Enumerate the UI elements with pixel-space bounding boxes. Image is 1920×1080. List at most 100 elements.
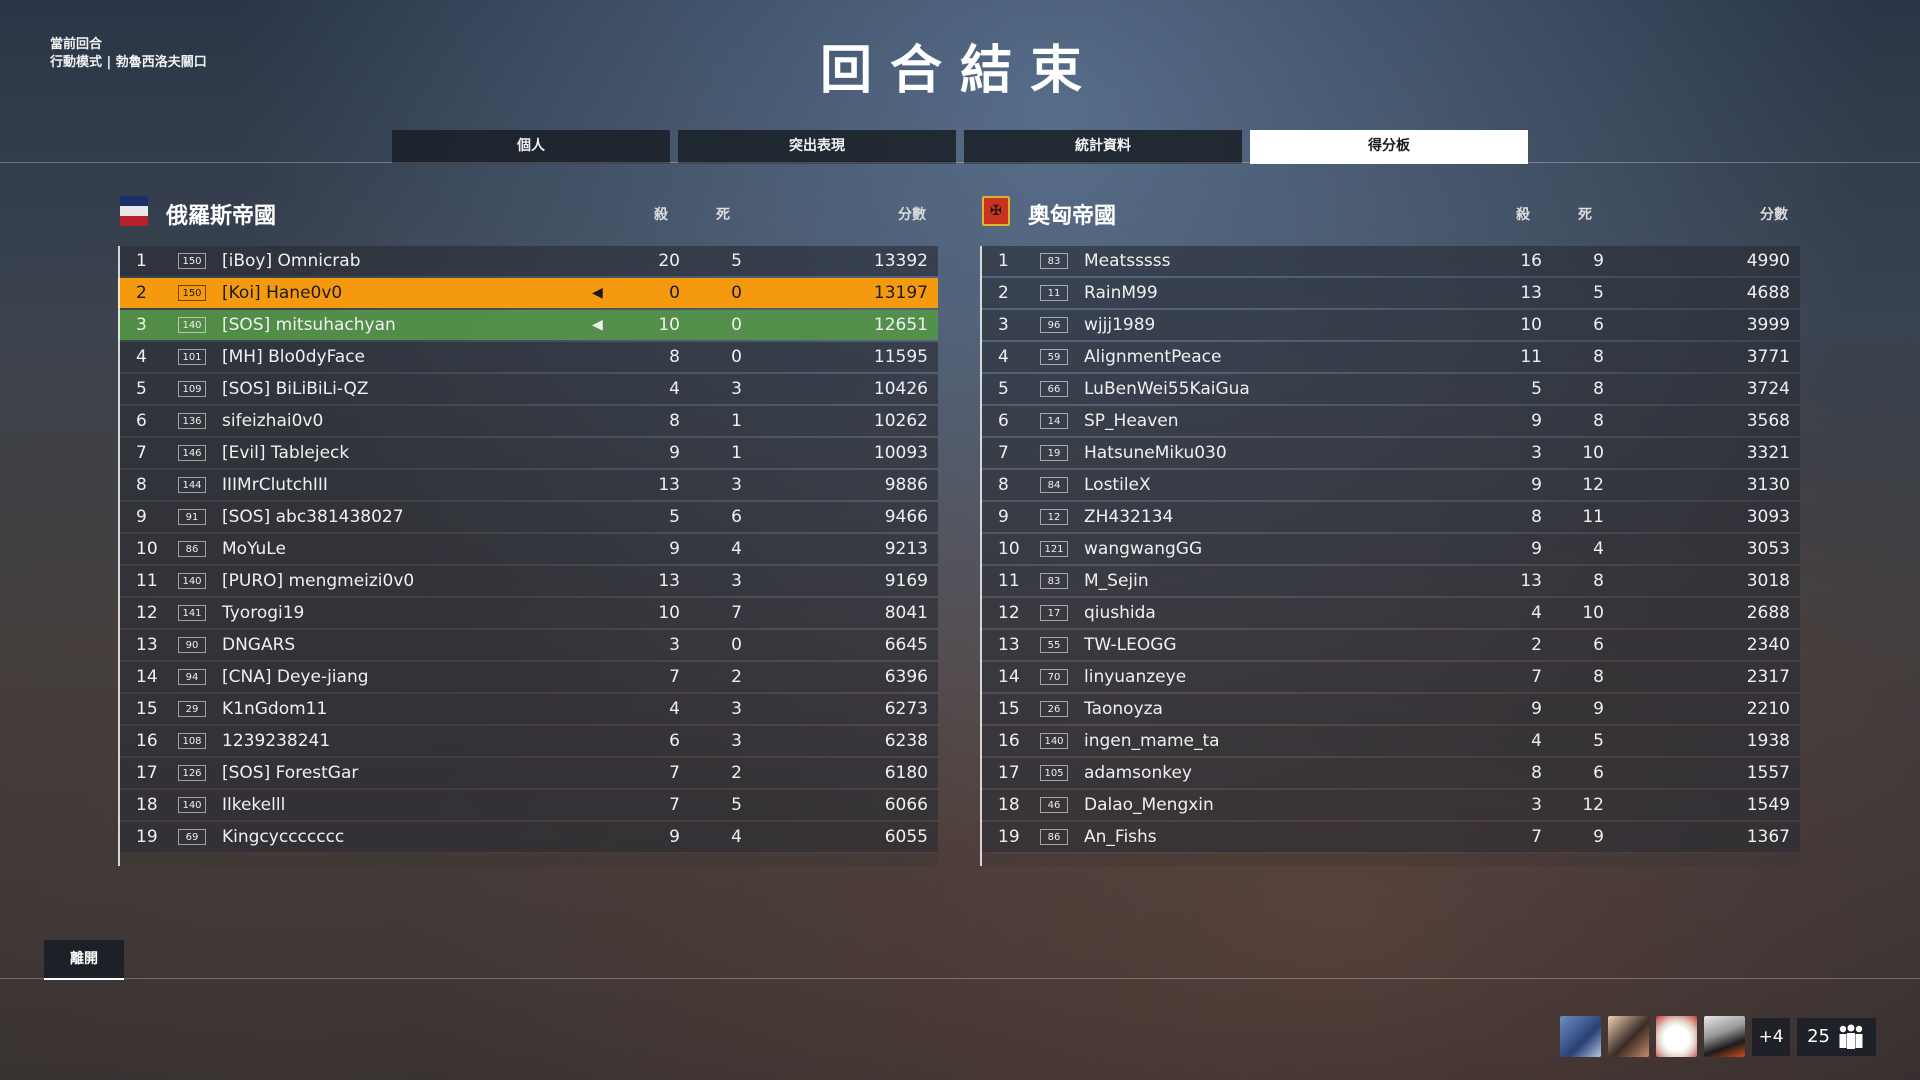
player-row[interactable]: 3 140 [SOS] mitsuhachyan 10 0 12651 ◀ [118, 310, 938, 340]
player-position: 16 [136, 731, 158, 751]
voice-speaker-icon: ◀ [592, 285, 603, 301]
kills-value: 4 [669, 699, 680, 719]
player-row[interactable]: 16 108 1239238241 6 3 6238 [118, 726, 938, 756]
player-name: An_Fishs [1084, 827, 1157, 847]
player-row[interactable]: 16 140 ingen_mame_ta 4 5 1938 [980, 726, 1800, 756]
rank-badge: 101 [178, 349, 206, 365]
kills-value: 9 [1531, 411, 1542, 431]
player-row[interactable]: 14 94 [CNA] Deye-jiang 7 2 6396 [118, 662, 938, 692]
rank-badge: 84 [1040, 477, 1068, 493]
team-name: 俄羅斯帝國 [166, 204, 277, 229]
player-row[interactable]: 6 14 SP_Heaven 9 8 3568 [980, 406, 1800, 436]
rank-badge: 109 [178, 381, 206, 397]
player-row[interactable]: 6 136 sifeizhai0v0 8 1 10262 [118, 406, 938, 436]
player-row[interactable]: 15 29 K1nGdom11 4 3 6273 [118, 694, 938, 724]
player-row[interactable]: 19 86 An_Fishs 7 9 1367 [980, 822, 1800, 852]
player-row[interactable]: 5 109 [SOS] BiLiBiLi-QZ 4 3 10426 [118, 374, 938, 404]
deaths-value: 9 [1593, 827, 1604, 847]
deaths-value: 6 [731, 507, 742, 527]
rank-badge: 70 [1040, 669, 1068, 685]
rank-badge: 55 [1040, 637, 1068, 653]
more-members-badge[interactable]: +4 [1752, 1017, 1791, 1056]
avatar[interactable] [1704, 1016, 1746, 1057]
player-position: 5 [136, 379, 147, 399]
kills-value: 6 [669, 731, 680, 751]
deaths-value: 3 [731, 699, 742, 719]
player-row-partial [118, 854, 938, 866]
rank-badge: 126 [178, 765, 206, 781]
player-count[interactable]: 25 [1797, 1017, 1876, 1056]
deaths-value: 0 [731, 283, 742, 303]
player-row[interactable]: 13 90 DNGARS 3 0 6645 [118, 630, 938, 660]
player-row[interactable]: 12 141 Tyorogi19 10 7 8041 [118, 598, 938, 628]
deaths-value: 9 [1593, 251, 1604, 271]
team-panel-russian-empire: 俄羅斯帝國 殺 死 分數 1 150 [iBoy] Omnicrab 20 5 13392… [118, 190, 938, 866]
rank-badge: 11 [1040, 285, 1068, 301]
player-row[interactable]: 2 11 RainM99 13 5 4688 [980, 278, 1800, 308]
avatar[interactable] [1560, 1016, 1602, 1057]
player-row[interactable]: 17 105 adamsonkey 8 6 1557 [980, 758, 1800, 788]
player-name: Kingcyccccccc [222, 827, 345, 847]
player-row[interactable]: 15 26 Taonoyza 9 9 2210 [980, 694, 1800, 724]
player-row-partial [980, 854, 1800, 866]
player-row[interactable]: 10 121 wangwangGG 9 4 3053 [980, 534, 1800, 564]
kills-value: 4 [1531, 603, 1542, 623]
deaths-value: 3 [731, 379, 742, 399]
squad-icon [1836, 1024, 1866, 1050]
player-row[interactable]: 19 69 Kingcyccccccc 9 4 6055 [118, 822, 938, 852]
player-row[interactable]: 1 83 Meatsssss 16 9 4990 [980, 246, 1800, 276]
player-row[interactable]: 11 83 M_Sejin 13 8 3018 [980, 566, 1800, 596]
player-row[interactable]: 4 59 AlignmentPeace 11 8 3771 [980, 342, 1800, 372]
deaths-header[interactable]: 死 [716, 204, 730, 224]
rank-badge: 150 [178, 253, 206, 269]
player-position: 6 [136, 411, 147, 431]
player-row[interactable]: 9 12 ZH432134 8 11 3093 [980, 502, 1800, 532]
player-name: ZH432134 [1084, 507, 1174, 527]
player-name: LuBenWei55KaiGua [1084, 379, 1250, 399]
tab-highlights[interactable]: 突出表現 [678, 130, 956, 164]
player-row[interactable]: 13 55 TW-LEOGG 2 6 2340 [980, 630, 1800, 660]
player-row[interactable]: 18 46 Dalao_Mengxin 3 12 1549 [980, 790, 1800, 820]
player-row[interactable]: 11 140 [PURO] mengmeizi0v0 13 3 9169 [118, 566, 938, 596]
tab-statistics[interactable]: 統計資料 [964, 130, 1242, 164]
player-position: 6 [998, 411, 1009, 431]
player-row[interactable]: 5 66 LuBenWei55KaiGua 5 8 3724 [980, 374, 1800, 404]
player-name: Tyorogi19 [222, 603, 305, 623]
player-row[interactable]: 10 86 MoYuLe 9 4 9213 [118, 534, 938, 564]
kills-value: 7 [669, 795, 680, 815]
player-name: K1nGdom11 [222, 699, 328, 719]
player-row[interactable]: 12 17 qiushida 4 10 2688 [980, 598, 1800, 628]
score-value: 3771 [1746, 347, 1790, 367]
score-value: 10093 [873, 443, 928, 463]
player-row[interactable]: 8 84 LostileX 9 12 3130 [980, 470, 1800, 500]
player-row[interactable]: 4 101 [MH] Blo0dyFace 8 0 11595 [118, 342, 938, 372]
player-row[interactable]: 14 70 linyuanzeye 7 8 2317 [980, 662, 1800, 692]
kills-value: 9 [669, 539, 680, 559]
leave-button[interactable]: 離開 [44, 940, 124, 980]
avatar[interactable] [1608, 1016, 1650, 1057]
score-header[interactable]: 分數 [898, 204, 926, 224]
tab-scoreboard[interactable]: 得分板 [1250, 130, 1528, 164]
kills-header[interactable]: 殺 [1516, 204, 1530, 224]
tab-bar: 個人 突出表現 統計資料 得分板 [392, 130, 1528, 164]
deaths-value: 6 [1593, 635, 1604, 655]
kills-header[interactable]: 殺 [654, 204, 668, 224]
player-row[interactable]: 7 19 HatsuneMiku030 3 10 3321 [980, 438, 1800, 468]
player-name: [MH] Blo0dyFace [222, 347, 366, 367]
player-row[interactable]: 8 144 IIIMrClutchIII 13 3 9886 [118, 470, 938, 500]
player-row[interactable]: 18 140 Ilkekelll 7 5 6066 [118, 790, 938, 820]
tab-personal[interactable]: 個人 [392, 130, 670, 164]
avatar[interactable] [1656, 1016, 1698, 1057]
score-header[interactable]: 分數 [1760, 204, 1788, 224]
rank-badge: 17 [1040, 605, 1068, 621]
player-row[interactable]: 2 150 [Koi] Hane0v0 0 0 13197 ◀ [118, 278, 938, 308]
kills-value: 9 [669, 443, 680, 463]
deaths-header[interactable]: 死 [1578, 204, 1592, 224]
player-row[interactable]: 3 96 wjjj1989 10 6 3999 [980, 310, 1800, 340]
kills-value: 3 [669, 635, 680, 655]
player-row[interactable]: 7 146 [Evil] Tablejeck 9 1 10093 [118, 438, 938, 468]
player-row[interactable]: 1 150 [iBoy] Omnicrab 20 5 13392 [118, 246, 938, 276]
player-row[interactable]: 9 91 [SOS] abc381438027 5 6 9466 [118, 502, 938, 532]
player-row[interactable]: 17 126 [SOS] ForestGar 7 2 6180 [118, 758, 938, 788]
score-value: 12651 [873, 315, 928, 335]
